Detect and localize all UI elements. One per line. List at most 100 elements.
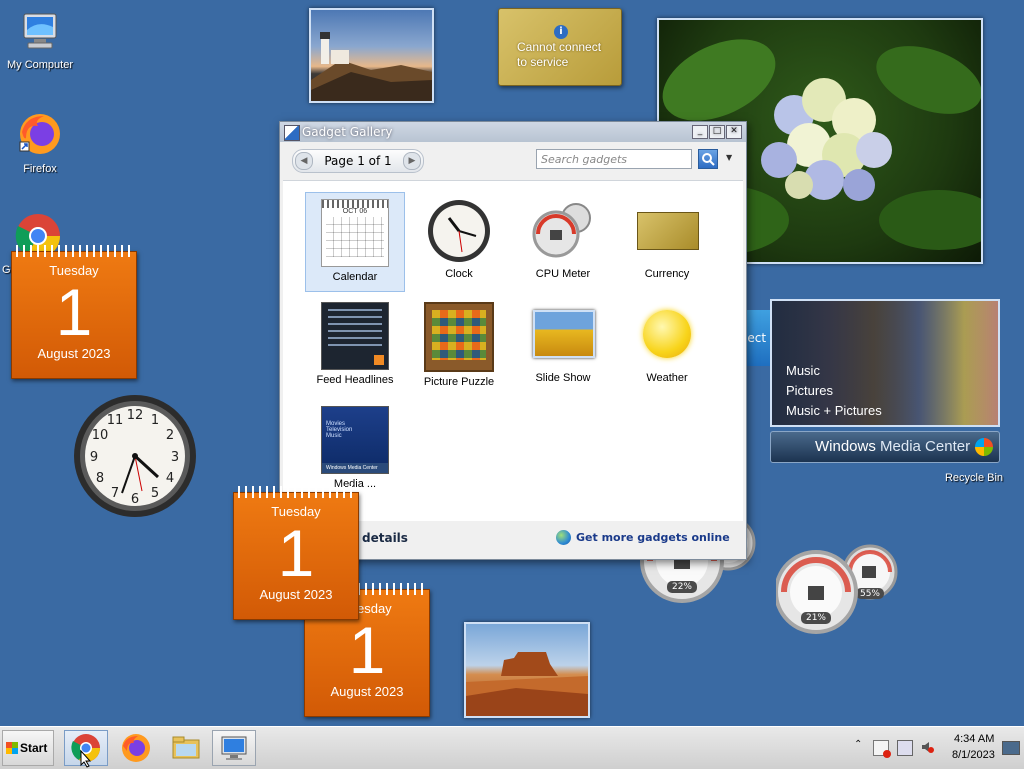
show-details-toggle[interactable]: details xyxy=(362,531,408,545)
calendar-gadget[interactable]: Tuesday 1 August 2023 xyxy=(11,245,137,379)
windows-logo-icon xyxy=(6,742,18,754)
taskbar-remote-desktop-button[interactable] xyxy=(212,730,256,766)
slideshow-desert-photo[interactable] xyxy=(464,622,590,718)
search-button[interactable] xyxy=(698,149,718,169)
desktop-icon-firefox[interactable]: Firefox xyxy=(0,110,80,175)
cpu-meter-value: 55% xyxy=(859,589,880,599)
gadget-item-cpu-meter[interactable]: CPU Meter xyxy=(513,192,613,292)
gadget-item-feed-headlines[interactable]: Feed Headlines xyxy=(305,296,405,396)
cpu-meter-value: 22% xyxy=(671,582,692,592)
gallery-toolbar: ◀ Page 1 of 1 ▶ Search gadgets ▼ xyxy=(280,142,746,178)
svg-text:1: 1 xyxy=(151,413,159,428)
show-desktop-button[interactable] xyxy=(1002,741,1020,755)
currency-icon xyxy=(634,198,700,264)
start-label: Start xyxy=(20,741,48,755)
svg-text:10: 10 xyxy=(92,428,109,443)
media-center-menu-item[interactable]: Pictures xyxy=(786,383,833,398)
start-button[interactable]: Start xyxy=(2,730,54,766)
desktop-icon-recycle-bin[interactable]: Recycle Bin xyxy=(934,470,1014,484)
gadget-item-label: Weather xyxy=(646,372,688,384)
svg-text:11: 11 xyxy=(107,413,124,428)
media-center-gadget[interactable]: Music Pictures Music + Pictures Windows … xyxy=(770,299,1000,463)
cpu-meter-gadget[interactable]: 21% 55% xyxy=(774,540,902,635)
clock-time[interactable]: 4:34 AM xyxy=(954,733,994,745)
taskbar-explorer-button[interactable] xyxy=(164,730,208,766)
gadget-item-currency[interactable]: Currency xyxy=(617,192,717,292)
gadget-item-media-center[interactable]: Movies Television Music Windows Media Ce… xyxy=(305,400,405,500)
calendar-day: 1 xyxy=(277,516,315,590)
monitor-icon xyxy=(221,736,247,760)
calendar-month-year: August 2023 xyxy=(259,587,333,602)
clock-date[interactable]: 8/1/2023 xyxy=(952,749,995,761)
weather-icon xyxy=(634,302,700,368)
search-input[interactable]: Search gadgets xyxy=(536,149,692,169)
media-center-brand-rest: Media Center xyxy=(880,438,971,455)
svg-text:9: 9 xyxy=(90,450,98,465)
get-more-gadgets-link[interactable]: Get more gadgets online xyxy=(576,531,730,544)
currency-gadget[interactable]: i Cannot connect to service xyxy=(498,8,622,86)
media-center-tiles: Music Pictures Music + Pictures xyxy=(770,299,1000,427)
desktop-icon-label: My Computer xyxy=(6,59,74,71)
media-center-menu-item[interactable]: Music + Pictures xyxy=(786,403,882,418)
gadget-item-label: Currency xyxy=(644,268,690,280)
calendar-rings xyxy=(238,486,354,498)
currency-error-message: Cannot connect to service xyxy=(517,40,602,69)
calendar-thumb-month: OCT 06 xyxy=(342,208,368,215)
media-thumb-line: Music xyxy=(326,433,342,439)
desktop-icon-my-computer[interactable]: My Computer xyxy=(0,10,80,71)
gadget-item-clock[interactable]: Clock xyxy=(409,192,509,292)
gadget-item-label: Slide Show xyxy=(535,372,591,384)
desktop-icon-label: Firefox xyxy=(23,163,57,175)
slideshow-lighthouse-photo[interactable] xyxy=(309,8,434,103)
folder-icon xyxy=(172,736,200,759)
svg-text:12: 12 xyxy=(127,408,144,423)
gadget-item-calendar[interactable]: OCT 06 Calendar xyxy=(305,192,405,292)
media-center-menu-item[interactable]: Music xyxy=(786,363,820,378)
svg-text:7: 7 xyxy=(111,486,119,501)
page-label: Page 1 of 1 xyxy=(324,154,392,168)
calendar-icon: OCT 06 xyxy=(321,199,389,267)
window-titlebar[interactable]: Gadget Gallery _ □ ✕ xyxy=(280,122,746,142)
calendar-rings xyxy=(16,245,132,257)
svg-text:3: 3 xyxy=(171,450,179,465)
volume-icon[interactable] xyxy=(920,740,934,754)
gadget-item-slide-show[interactable]: Slide Show xyxy=(513,296,613,396)
desktop-clock-gadget[interactable]: 12 1 2 345 678 9 10 11 xyxy=(72,393,198,519)
info-icon: i xyxy=(554,25,568,39)
media-center-brand-bar: Windows Media Center xyxy=(770,431,1000,463)
next-page-button[interactable]: ▶ xyxy=(403,152,421,170)
lighthouse-image xyxy=(311,32,432,101)
taskbar-firefox-button[interactable] xyxy=(114,730,158,766)
calendar-gadget[interactable]: Tuesday 1 August 2023 xyxy=(233,486,359,620)
windows-logo-icon xyxy=(975,438,993,456)
network-icon[interactable] xyxy=(897,740,913,756)
action-center-icon[interactable] xyxy=(873,740,891,758)
search-options-dropdown-icon[interactable]: ▼ xyxy=(726,153,732,162)
svg-text:4: 4 xyxy=(166,471,174,486)
maximize-button[interactable]: □ xyxy=(709,125,725,139)
gadget-item-label: Calendar xyxy=(332,271,378,283)
window-title: Gadget Gallery xyxy=(302,125,393,139)
mouse-cursor-icon xyxy=(80,750,92,768)
media-thumb-bar: Windows Media Center xyxy=(322,463,388,473)
media-center-icon: Movies Television Music Windows Media Ce… xyxy=(321,406,389,474)
gadget-item-weather[interactable]: Weather xyxy=(617,296,717,396)
search-icon xyxy=(702,153,715,166)
page-navigator: ◀ Page 1 of 1 ▶ xyxy=(292,149,424,173)
feed-icon xyxy=(321,302,389,370)
gadget-item-picture-puzzle[interactable]: Picture Puzzle xyxy=(409,296,509,396)
svg-text:8: 8 xyxy=(96,471,104,486)
close-button[interactable]: ✕ xyxy=(726,125,742,139)
gadget-item-label: Clock xyxy=(445,268,473,280)
desert-image xyxy=(466,652,588,716)
cpu-meter-icon xyxy=(530,198,596,264)
media-center-partial-tile[interactable]: lect xyxy=(744,310,770,366)
slideshow-icon xyxy=(530,302,596,368)
puzzle-icon xyxy=(424,302,494,372)
show-hidden-icons-button[interactable]: ⌃ xyxy=(854,739,862,750)
previous-page-button[interactable]: ◀ xyxy=(295,152,313,170)
cpu-meter-value: 21% xyxy=(805,613,826,623)
minimize-button[interactable]: _ xyxy=(692,125,708,139)
globe-icon xyxy=(556,530,571,545)
cpu-meter-icon xyxy=(774,544,898,634)
